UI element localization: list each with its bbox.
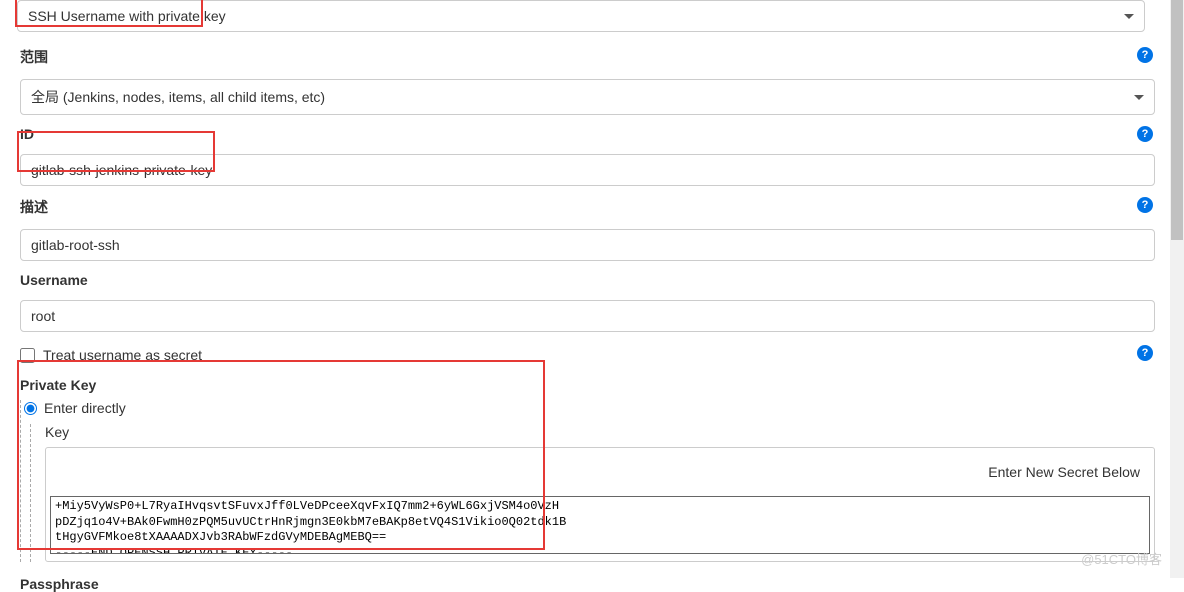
username-section: Username root — [10, 272, 1155, 332]
passphrase-section: Passphrase — [10, 576, 1155, 592]
watermark: @51CTO博客 — [1081, 549, 1162, 568]
key-label: Key — [45, 424, 1155, 440]
id-section: ID ? gitlab-ssh-jenkins-private-key — [10, 126, 1155, 186]
enter-directly-radio[interactable] — [24, 402, 37, 415]
username-value: root — [31, 308, 55, 324]
id-value: gitlab-ssh-jenkins-private-key — [31, 162, 212, 178]
enter-new-secret-label: Enter New Secret Below — [46, 448, 1154, 496]
enter-directly-label: Enter directly — [44, 400, 126, 416]
treat-secret-checkbox[interactable] — [20, 348, 35, 363]
treat-secret-label: Treat username as secret — [43, 347, 202, 363]
chevron-down-icon — [1134, 95, 1144, 100]
description-input[interactable]: gitlab-root-ssh — [20, 229, 1155, 261]
username-label: Username — [20, 272, 88, 288]
credential-type-section: SSH Username with private key — [10, 0, 1155, 32]
passphrase-label: Passphrase — [20, 576, 1155, 592]
credentials-form: SSH Username with private key 范围 ? 全局 (J… — [0, 0, 1165, 592]
help-icon[interactable]: ? — [1137, 345, 1153, 361]
credential-type-select[interactable]: SSH Username with private key — [17, 0, 1145, 32]
help-icon[interactable]: ? — [1137, 47, 1153, 63]
private-key-textarea[interactable] — [50, 496, 1150, 554]
page-scrollbar-track — [1170, 0, 1184, 578]
help-icon[interactable]: ? — [1137, 126, 1153, 142]
page-scrollbar-thumb[interactable] — [1171, 0, 1183, 240]
chevron-down-icon — [1124, 14, 1134, 19]
secret-panel: Enter New Secret Below — [45, 447, 1155, 562]
description-label: 描述 — [20, 197, 48, 217]
username-input[interactable]: root — [20, 300, 1155, 332]
scope-value: 全局 (Jenkins, nodes, items, all child ite… — [31, 87, 325, 107]
description-section: 描述 ? gitlab-root-ssh — [10, 197, 1155, 261]
id-label: ID — [20, 126, 34, 142]
help-icon[interactable]: ? — [1137, 197, 1153, 213]
private-key-label: Private Key — [20, 377, 96, 393]
treat-secret-section: Treat username as secret ? — [10, 343, 1155, 363]
id-input[interactable]: gitlab-ssh-jenkins-private-key — [20, 154, 1155, 186]
scope-label: 范围 — [20, 47, 48, 67]
scope-section: 范围 ? 全局 (Jenkins, nodes, items, all chil… — [10, 47, 1155, 115]
private-key-section: Private Key Enter directly Key Enter New… — [10, 377, 1155, 562]
credential-type-value: SSH Username with private key — [28, 8, 226, 24]
scope-select[interactable]: 全局 (Jenkins, nodes, items, all child ite… — [20, 79, 1155, 115]
description-value: gitlab-root-ssh — [31, 237, 120, 253]
